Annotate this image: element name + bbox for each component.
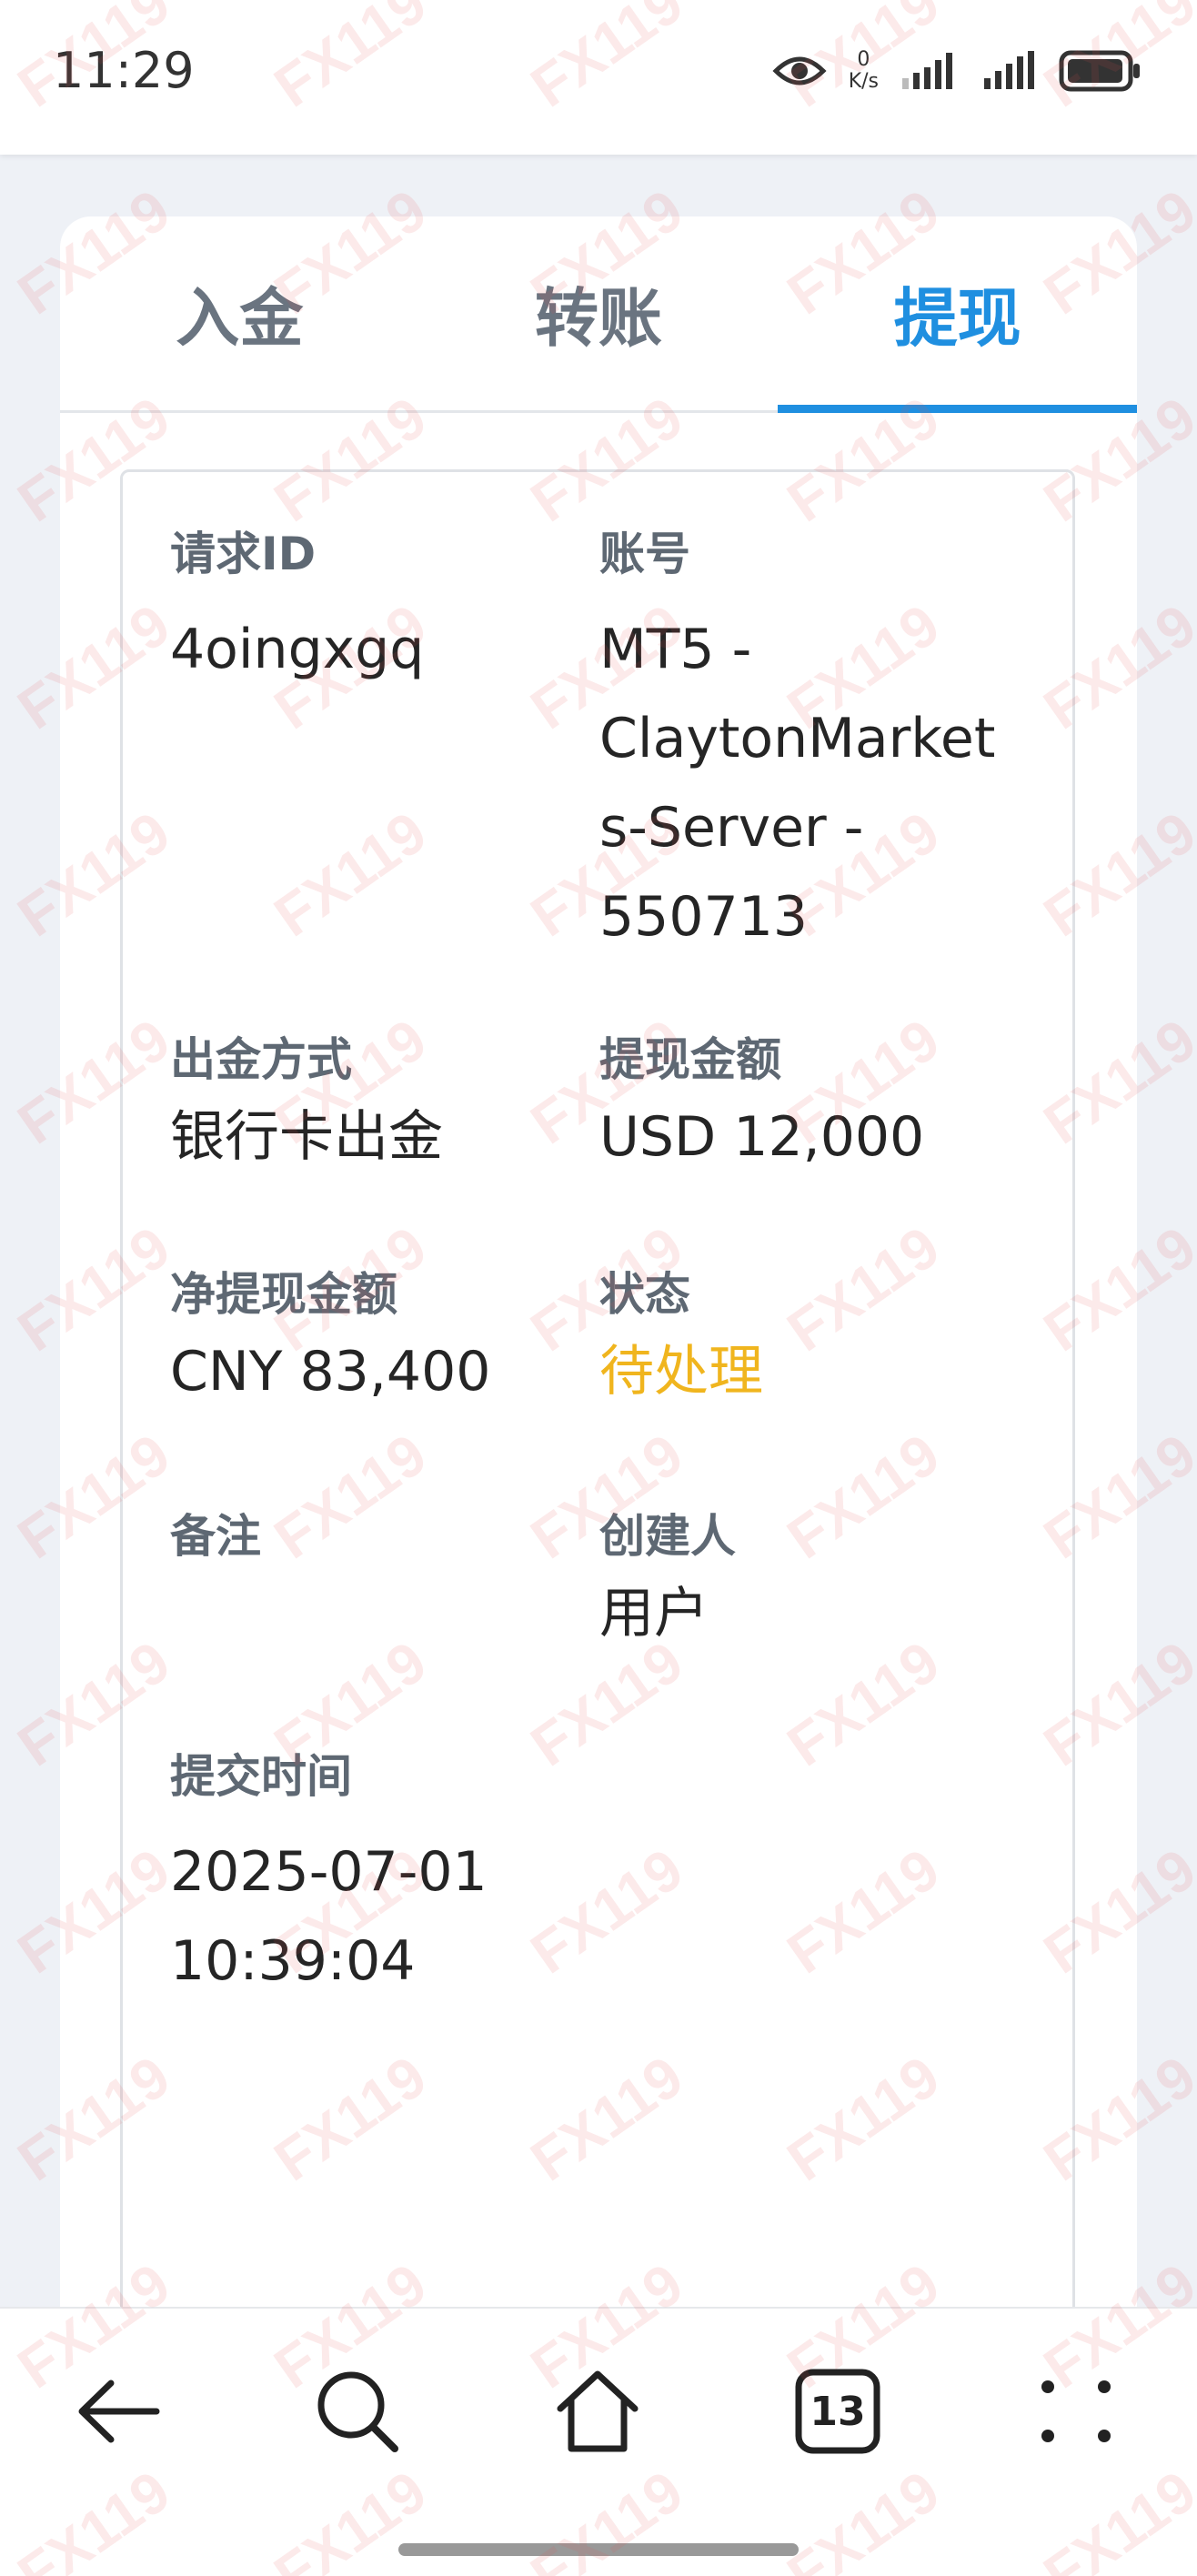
signal-icon (984, 51, 1034, 89)
browser-nav-bar: 13 (0, 2307, 1197, 2576)
method-field: 出金方式 银行卡出金 (170, 1032, 570, 1182)
account-line: 550713 (599, 885, 809, 949)
network-speed-value: 0 (857, 48, 870, 71)
note-field: 备注 (170, 1509, 570, 1569)
account-line: MT5 - (599, 618, 752, 681)
status-label: 状态 (599, 1268, 690, 1321)
method-value: 银行卡出金 (170, 1105, 443, 1169)
back-icon[interactable] (69, 2361, 169, 2461)
method-label: 出金方式 (170, 1033, 352, 1086)
net-amount-label: 净提现金额 (170, 1268, 397, 1321)
note-label: 备注 (170, 1510, 261, 1563)
network-speed: 0 K/s (849, 49, 879, 93)
submit-time-value: 2025-07-01 10:39:04 (170, 1827, 588, 2006)
status-time: 11:29 (53, 42, 195, 99)
menu-icon[interactable] (1026, 2361, 1126, 2461)
net-amount-field: 净提现金额 CNY 83,400 (170, 1267, 570, 1416)
withdrawal-record: 请求ID 4oingxgq 账号 MT5 - ClaytonMarket s-S… (120, 469, 1075, 2354)
request-id-value: 4oingxgq (170, 618, 425, 681)
request-id-field: 请求ID 4oingxgq (170, 527, 552, 694)
status-field: 状态 待处理 (599, 1267, 1018, 1416)
creator-field: 创建人 用户 (599, 1509, 1018, 1658)
network-speed-unit: K/s (848, 70, 879, 93)
amount-value: USD 12,000 (599, 1105, 925, 1169)
status-value: 待处理 (599, 1340, 763, 1404)
signal-icon (902, 53, 952, 89)
battery-icon (1059, 50, 1140, 92)
account-line: s-Server - (599, 796, 864, 860)
request-id-label: 请求ID (170, 528, 317, 580)
search-icon[interactable] (307, 2361, 407, 2461)
tab-withdraw[interactable]: 提现 (778, 216, 1137, 413)
tab-deposit[interactable]: 入金 (60, 216, 419, 410)
tab-bar: 入金 转账 提现 (60, 216, 1137, 413)
creator-label: 创建人 (599, 1510, 736, 1563)
amount-field: 提现金额 USD 12,000 (599, 1032, 1018, 1182)
status-icons: 0 K/s (772, 45, 1142, 96)
submit-date: 2025-07-01 (170, 1840, 488, 1904)
tabs-icon[interactable]: 13 (788, 2361, 888, 2461)
status-bar: 11:29 0 K/s (0, 0, 1197, 155)
tab-transfer[interactable]: 转账 (419, 216, 779, 410)
account-value: MT5 - ClaytonMarket s-Server - 550713 (599, 605, 1018, 961)
submit-time-label: 提交时间 (170, 1750, 352, 1803)
transaction-card: 入金 转账 提现 请求ID 4oingxgq 账号 MT5 - ClaytonM… (60, 216, 1137, 2354)
account-line: ClaytonMarket (599, 707, 996, 770)
home-icon[interactable] (548, 2361, 648, 2461)
tab-count: 13 (810, 2388, 866, 2435)
amount-label: 提现金额 (599, 1033, 781, 1086)
gesture-bar[interactable] (398, 2543, 799, 2556)
net-amount-value: CNY 83,400 (170, 1340, 491, 1404)
submit-clock: 10:39:04 (170, 1929, 416, 1993)
eye-icon (772, 56, 827, 86)
account-field: 账号 MT5 - ClaytonMarket s-Server - 550713 (599, 527, 1018, 961)
creator-value: 用户 (599, 1582, 709, 1645)
submit-time-field: 提交时间 2025-07-01 10:39:04 (170, 1749, 588, 2006)
account-label: 账号 (599, 528, 690, 580)
